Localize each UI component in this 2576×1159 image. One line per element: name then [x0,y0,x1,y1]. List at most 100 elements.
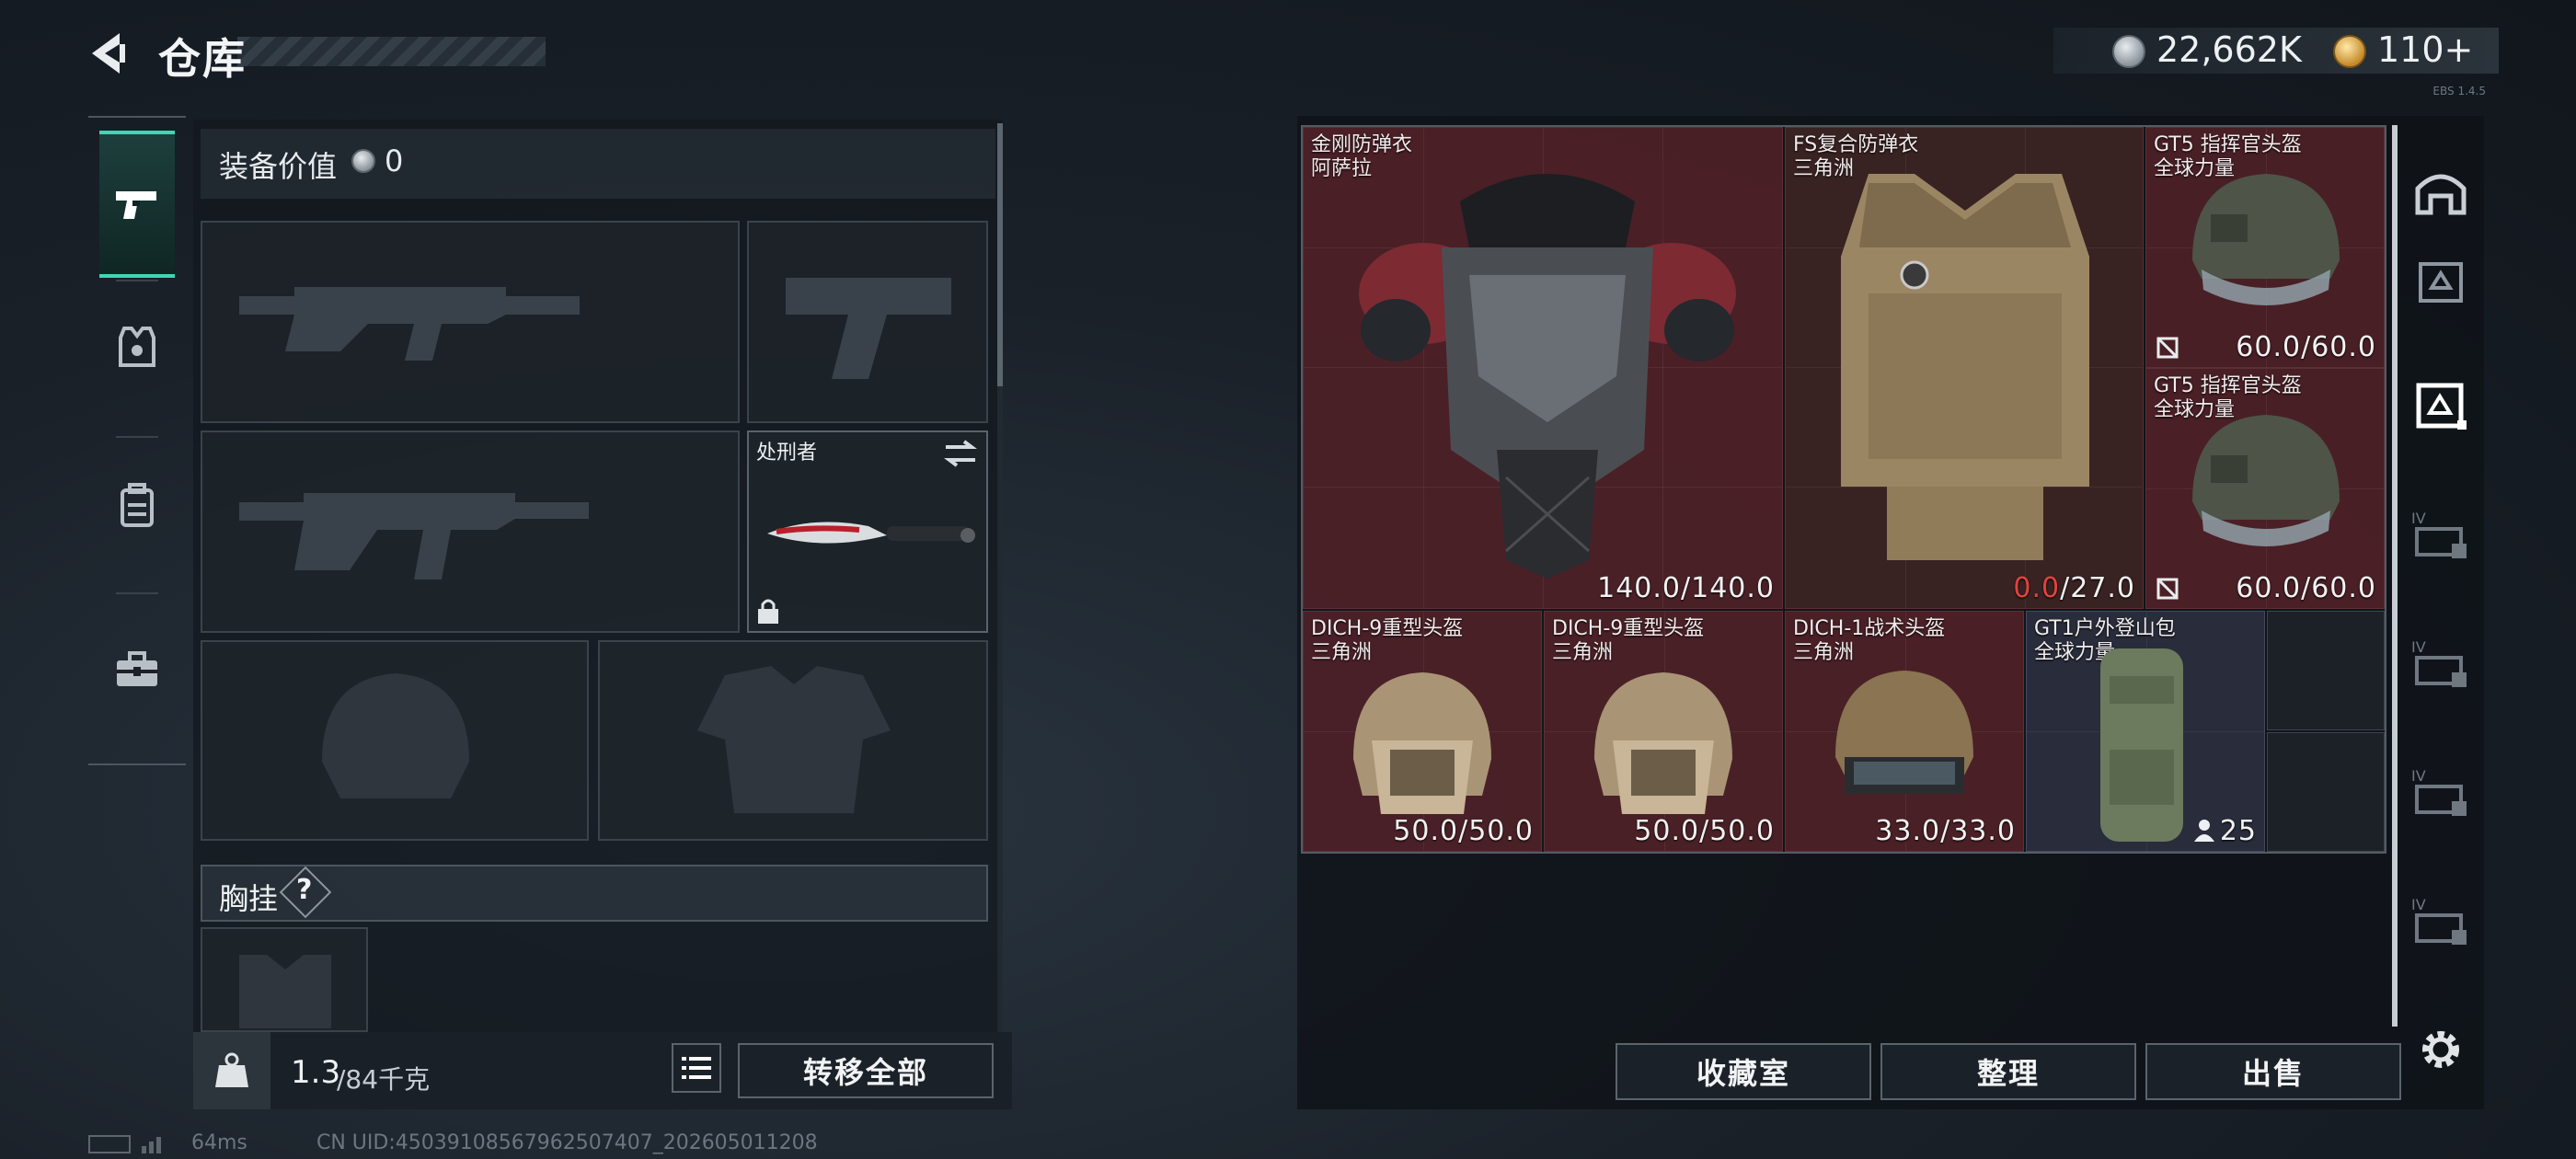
armor-silhouette-icon [697,666,891,813]
storage-box-icon [2419,262,2463,303]
item-durability: 33.0/33.0 [1875,815,2016,847]
storage-locked-icon: IV [2411,767,2467,816]
equipment-value: 0 [385,143,404,178]
svg-text:IV: IV [2411,638,2426,656]
inventory-item-helmet[interactable]: GT5 指挥官头盔 全球力量 60.0/60.0 [2145,127,2385,368]
tab-weapons[interactable] [99,131,175,278]
storage-locked-icon: IV [2411,638,2467,687]
collection-room-button[interactable]: 收藏室 [1616,1043,1871,1100]
primary-weapon-slot[interactable] [201,221,740,423]
storage-tab-6[interactable]: IV [2409,760,2473,824]
equipment-scroll-thumb[interactable] [997,123,1003,386]
item-durability: 0.0/27.0 [2013,572,2135,604]
svg-text:IV: IV [2411,896,2426,913]
storage-tab-7[interactable]: IV [2409,889,2473,953]
storage-tab-2[interactable] [2409,248,2473,313]
uid-text: CN UID:450391085679625074​07_20260501120… [316,1131,818,1154]
plate-carrier-image [1841,174,2089,560]
rifle-silhouette-icon [239,287,580,361]
capacity-icon [2194,820,2214,842]
warehouse-icon [2415,174,2467,215]
heavy-helmet-image [1594,672,1732,814]
item-durability: 140.0/140.0 [1597,572,1775,604]
storage-locked-icon: IV [2411,510,2467,558]
armor-slot[interactable] [598,640,988,841]
inventory-item-armor[interactable]: FS复合防弹衣 三角洲 0.0/27.0 [1785,127,2144,609]
storage-locked-icon: IV [2411,896,2467,945]
item-durability: 60.0/60.0 [2236,572,2376,604]
no-repair-icon [2156,337,2179,359]
chest-rig-slot[interactable] [201,927,368,1032]
commander-helmet-image [2192,415,2340,546]
list-icon [682,1057,711,1079]
signal-icon [142,1137,161,1153]
value-coin-icon [351,149,375,173]
equipment-value-label: 装备价值 [219,149,338,184]
rifle-silhouette-icon [239,493,589,580]
swap-icon[interactable] [942,438,979,469]
inventory-item-backpack[interactable]: GT1户外登山包 全球力量 25 [2026,611,2265,852]
tactical-helmet-image [1835,671,1973,794]
transfer-all-button[interactable]: 转移全部 [738,1043,994,1098]
empty-cell[interactable] [2267,611,2385,730]
melee-slot[interactable]: 处刑者 [747,430,988,633]
help-icon[interactable]: ? [296,874,312,906]
chest-rig-silhouette-icon [239,955,331,1028]
list-view-button[interactable] [672,1043,721,1093]
settings-button[interactable] [2409,1017,2473,1082]
inventory-item-armor[interactable]: 金刚防弹衣 阿萨拉 140.0/140.0 [1303,127,1783,609]
storage-tab-3-active[interactable] [2409,373,2473,438]
pistol-icon [116,191,156,219]
sort-button[interactable]: 整理 [1880,1043,2136,1100]
backpack-icon [121,483,154,527]
title-decoration [237,37,546,66]
weight-icon [215,1052,248,1087]
tab-armor[interactable] [99,293,175,403]
ping-text: 64ms [191,1131,247,1154]
chest-rig-label: 胸挂 [219,881,279,916]
weight-max: /84千克 [337,1064,431,1095]
build-version: EBS 1.4.5 [2432,85,2486,98]
silver-coin-icon [2112,35,2145,68]
empty-cell[interactable] [2267,732,2385,852]
melee-name: 处刑者 [756,442,818,465]
tab-backpack[interactable] [99,451,175,561]
gear-icon [2422,1031,2459,1068]
weight-icon-box [193,1032,270,1109]
gold-currency-amount[interactable]: 110+ [2377,29,2473,70]
helmet-slot[interactable] [201,640,589,841]
gold-coin-icon [2333,35,2366,68]
heavy-armor-image [1359,174,1736,579]
back-arrow-icon [92,33,125,74]
tab-tools[interactable] [99,614,175,725]
item-durability: 50.0/50.0 [1393,815,1534,847]
heavy-helmet-image [1353,672,1491,814]
inventory-item-helmet[interactable]: DICH-1战术头盔 三角洲 33.0/33.0 [1785,611,2024,852]
knife-icon [767,522,975,544]
storage-tab-5[interactable]: IV [2409,631,2473,695]
inventory-item-helmet[interactable]: DICH-9重型头盔 三角洲 50.0/50.0 [1544,611,1783,852]
storage-tab-main[interactable] [2409,160,2473,224]
storage-box-active-icon [2416,383,2467,430]
sidearm-slot[interactable] [747,221,988,423]
page-title: 仓库 [158,34,247,84]
svg-text:IV: IV [2411,767,2426,785]
weight-current: 1.3 [291,1054,341,1091]
toolbox-icon [117,651,157,686]
inventory-item-helmet[interactable]: DICH-9重型头盔 三角洲 50.0/50.0 [1303,611,1542,852]
item-capacity: 25 [2219,815,2257,847]
commander-helmet-image [2192,174,2340,305]
back-button[interactable] [83,26,138,81]
category-tabs [88,116,186,765]
pistol-silhouette-icon [786,278,951,379]
item-durability: 60.0/60.0 [2236,331,2376,363]
helmet-silhouette-icon [322,673,469,798]
battery-icon [88,1135,131,1153]
sell-button[interactable]: 出售 [2145,1043,2401,1100]
svg-text:IV: IV [2411,510,2426,527]
secondary-weapon-slot[interactable] [201,430,740,633]
storage-tab-4[interactable]: IV [2409,502,2473,567]
item-durability: 50.0/50.0 [1634,815,1775,847]
inventory-item-helmet[interactable]: GT5 指挥官头盔 全球力量 60.0/60.0 [2145,368,2385,609]
inventory-scrollbar[interactable] [2392,125,2398,1027]
